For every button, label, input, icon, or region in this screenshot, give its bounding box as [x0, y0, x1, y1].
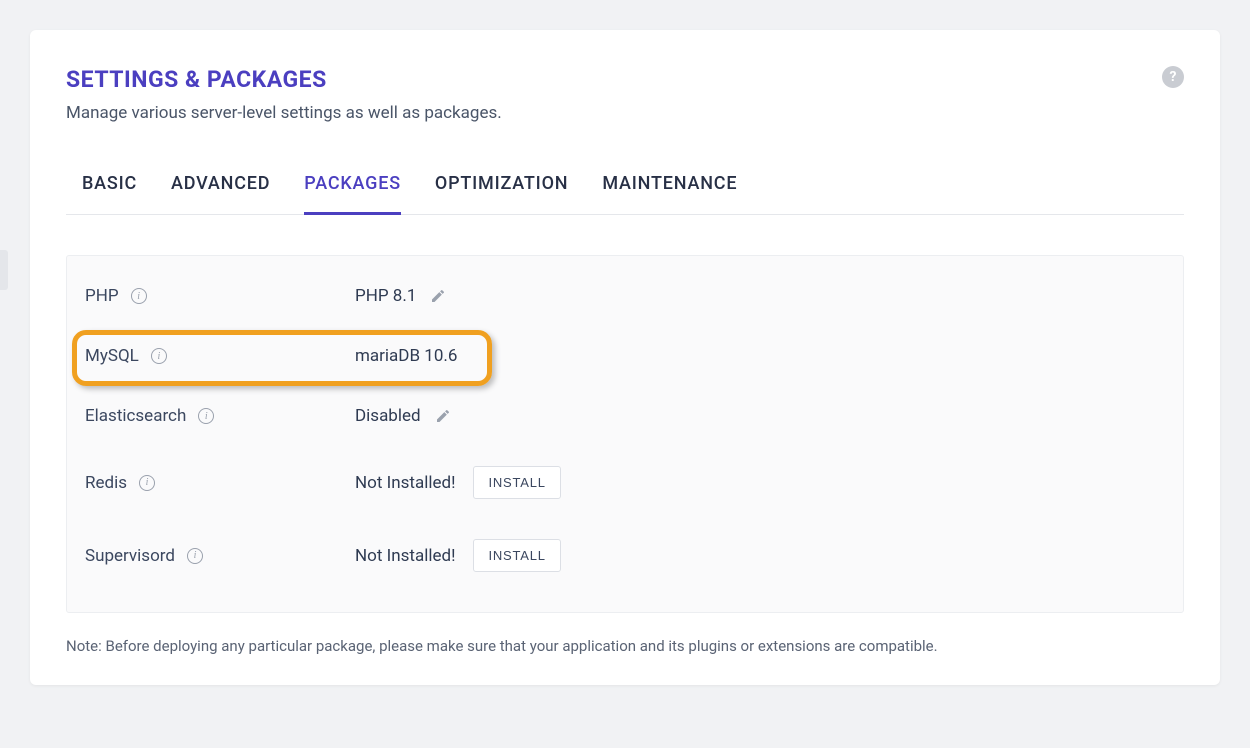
redis-value: Not Installed! [355, 473, 455, 493]
row-redis-label-group: Redis i [85, 473, 355, 493]
page-subtitle: Manage various server-level settings as … [66, 103, 1184, 123]
tab-packages[interactable]: PACKAGES [304, 173, 401, 215]
row-mysql-label-group: MySQL i [85, 346, 355, 366]
install-button[interactable]: INSTALL [473, 539, 560, 572]
info-icon[interactable]: i [151, 348, 167, 364]
supervisord-value: Not Installed! [355, 546, 455, 566]
info-icon[interactable]: i [198, 408, 214, 424]
side-drawer-handle[interactable] [0, 250, 8, 290]
info-icon[interactable]: i [187, 548, 203, 564]
row-supervisord: Supervisord i Not Installed! INSTALL [67, 519, 1183, 592]
tab-optimization[interactable]: OPTIMIZATION [435, 173, 568, 215]
elasticsearch-label: Elasticsearch [85, 406, 186, 426]
install-button[interactable]: INSTALL [473, 466, 560, 499]
row-elasticsearch-label-group: Elasticsearch i [85, 406, 355, 426]
php-value: PHP 8.1 [355, 286, 416, 306]
row-elasticsearch-value-group: Disabled [355, 406, 451, 426]
info-icon[interactable]: i [139, 475, 155, 491]
row-elasticsearch: Elasticsearch i Disabled [67, 386, 1183, 446]
tab-basic[interactable]: BASIC [82, 173, 137, 215]
row-mysql: MySQL i mariaDB 10.6 [67, 326, 1183, 386]
row-redis: Redis i Not Installed! INSTALL [67, 446, 1183, 519]
row-php: PHP i PHP 8.1 [67, 266, 1183, 326]
mysql-value: mariaDB 10.6 [355, 346, 457, 366]
settings-card: ? SETTINGS & PACKAGES Manage various ser… [30, 30, 1220, 685]
redis-label: Redis [85, 473, 127, 493]
pencil-icon[interactable] [435, 408, 451, 424]
supervisord-label: Supervisord [85, 546, 175, 566]
mysql-label: MySQL [85, 346, 139, 366]
row-supervisord-value-group: Not Installed! INSTALL [355, 539, 561, 572]
tabs: BASIC ADVANCED PACKAGES OPTIMIZATION MAI… [66, 173, 1184, 215]
row-mysql-value-group: mariaDB 10.6 [355, 346, 457, 366]
php-label: PHP [85, 286, 119, 306]
tab-maintenance[interactable]: MAINTENANCE [602, 173, 737, 215]
row-supervisord-label-group: Supervisord i [85, 546, 355, 566]
pencil-icon[interactable] [430, 288, 446, 304]
note-text: Note: Before deploying any particular pa… [66, 637, 1184, 655]
row-redis-value-group: Not Installed! INSTALL [355, 466, 561, 499]
help-icon[interactable]: ? [1162, 66, 1184, 88]
packages-panel: PHP i PHP 8.1 MySQL i mariaDB 10.6 Ela [66, 255, 1184, 613]
elasticsearch-value: Disabled [355, 406, 421, 426]
row-php-label-group: PHP i [85, 286, 355, 306]
page-title: SETTINGS & PACKAGES [66, 66, 1184, 93]
row-php-value-group: PHP 8.1 [355, 286, 446, 306]
tab-advanced[interactable]: ADVANCED [171, 173, 270, 215]
info-icon[interactable]: i [131, 288, 147, 304]
